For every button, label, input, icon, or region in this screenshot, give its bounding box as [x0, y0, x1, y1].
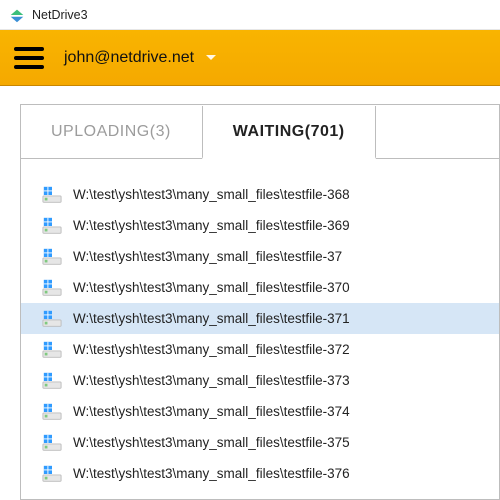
window-titlebar: NetDrive3 [0, 0, 500, 30]
file-path: W:\test\ysh\test3\many_small_files\testf… [73, 466, 350, 481]
drive-icon [41, 464, 63, 484]
drive-icon [41, 340, 63, 360]
tab-strip: UPLOADING(3) WAITING(701) [21, 105, 499, 159]
file-path: W:\test\ysh\test3\many_small_files\testf… [73, 311, 350, 326]
list-item[interactable]: W:\test\ysh\test3\many_small_files\testf… [21, 303, 499, 334]
content-area: UPLOADING(3) WAITING(701) W:\test\ysh\te… [0, 86, 500, 500]
file-path: W:\test\ysh\test3\many_small_files\testf… [73, 404, 350, 419]
drive-icon [41, 433, 63, 453]
file-path: W:\test\ysh\test3\many_small_files\testf… [73, 249, 342, 264]
list-item[interactable]: W:\test\ysh\test3\many_small_files\testf… [21, 458, 499, 489]
list-item[interactable]: W:\test\ysh\test3\many_small_files\testf… [21, 365, 499, 396]
chevron-down-icon [206, 55, 216, 60]
list-item[interactable]: W:\test\ysh\test3\many_small_files\testf… [21, 396, 499, 427]
list-item[interactable]: W:\test\ysh\test3\many_small_files\testf… [21, 241, 499, 272]
list-item[interactable]: W:\test\ysh\test3\many_small_files\testf… [21, 334, 499, 365]
drive-icon [41, 185, 63, 205]
menu-button[interactable] [14, 47, 44, 69]
file-path: W:\test\ysh\test3\many_small_files\testf… [73, 187, 350, 202]
transfer-panel: UPLOADING(3) WAITING(701) W:\test\ysh\te… [20, 104, 500, 500]
file-path: W:\test\ysh\test3\many_small_files\testf… [73, 280, 350, 295]
drive-icon [41, 247, 63, 267]
drive-icon [41, 371, 63, 391]
app-logo-icon [8, 6, 26, 24]
file-path: W:\test\ysh\test3\many_small_files\testf… [73, 373, 350, 388]
file-path: W:\test\ysh\test3\many_small_files\testf… [73, 218, 350, 233]
file-path: W:\test\ysh\test3\many_small_files\testf… [73, 342, 350, 357]
file-path: W:\test\ysh\test3\many_small_files\testf… [73, 435, 350, 450]
list-item[interactable]: W:\test\ysh\test3\many_small_files\testf… [21, 272, 499, 303]
drive-icon [41, 278, 63, 298]
tab-uploading-label: UPLOADING(3) [51, 123, 171, 141]
account-dropdown[interactable]: john@netdrive.net [64, 49, 216, 67]
list-item[interactable]: W:\test\ysh\test3\many_small_files\testf… [21, 179, 499, 210]
drive-icon [41, 402, 63, 422]
tab-waiting[interactable]: WAITING(701) [202, 106, 376, 159]
drive-icon [41, 309, 63, 329]
app-header: john@netdrive.net [0, 30, 500, 86]
list-item[interactable]: W:\test\ysh\test3\many_small_files\testf… [21, 210, 499, 241]
tab-waiting-label: WAITING(701) [233, 123, 345, 141]
drive-icon [41, 216, 63, 236]
window-title: NetDrive3 [32, 8, 88, 22]
tab-uploading[interactable]: UPLOADING(3) [21, 105, 202, 158]
account-email: john@netdrive.net [64, 49, 194, 67]
list-item[interactable]: W:\test\ysh\test3\many_small_files\testf… [21, 427, 499, 458]
file-list[interactable]: W:\test\ysh\test3\many_small_files\testf… [21, 159, 499, 489]
